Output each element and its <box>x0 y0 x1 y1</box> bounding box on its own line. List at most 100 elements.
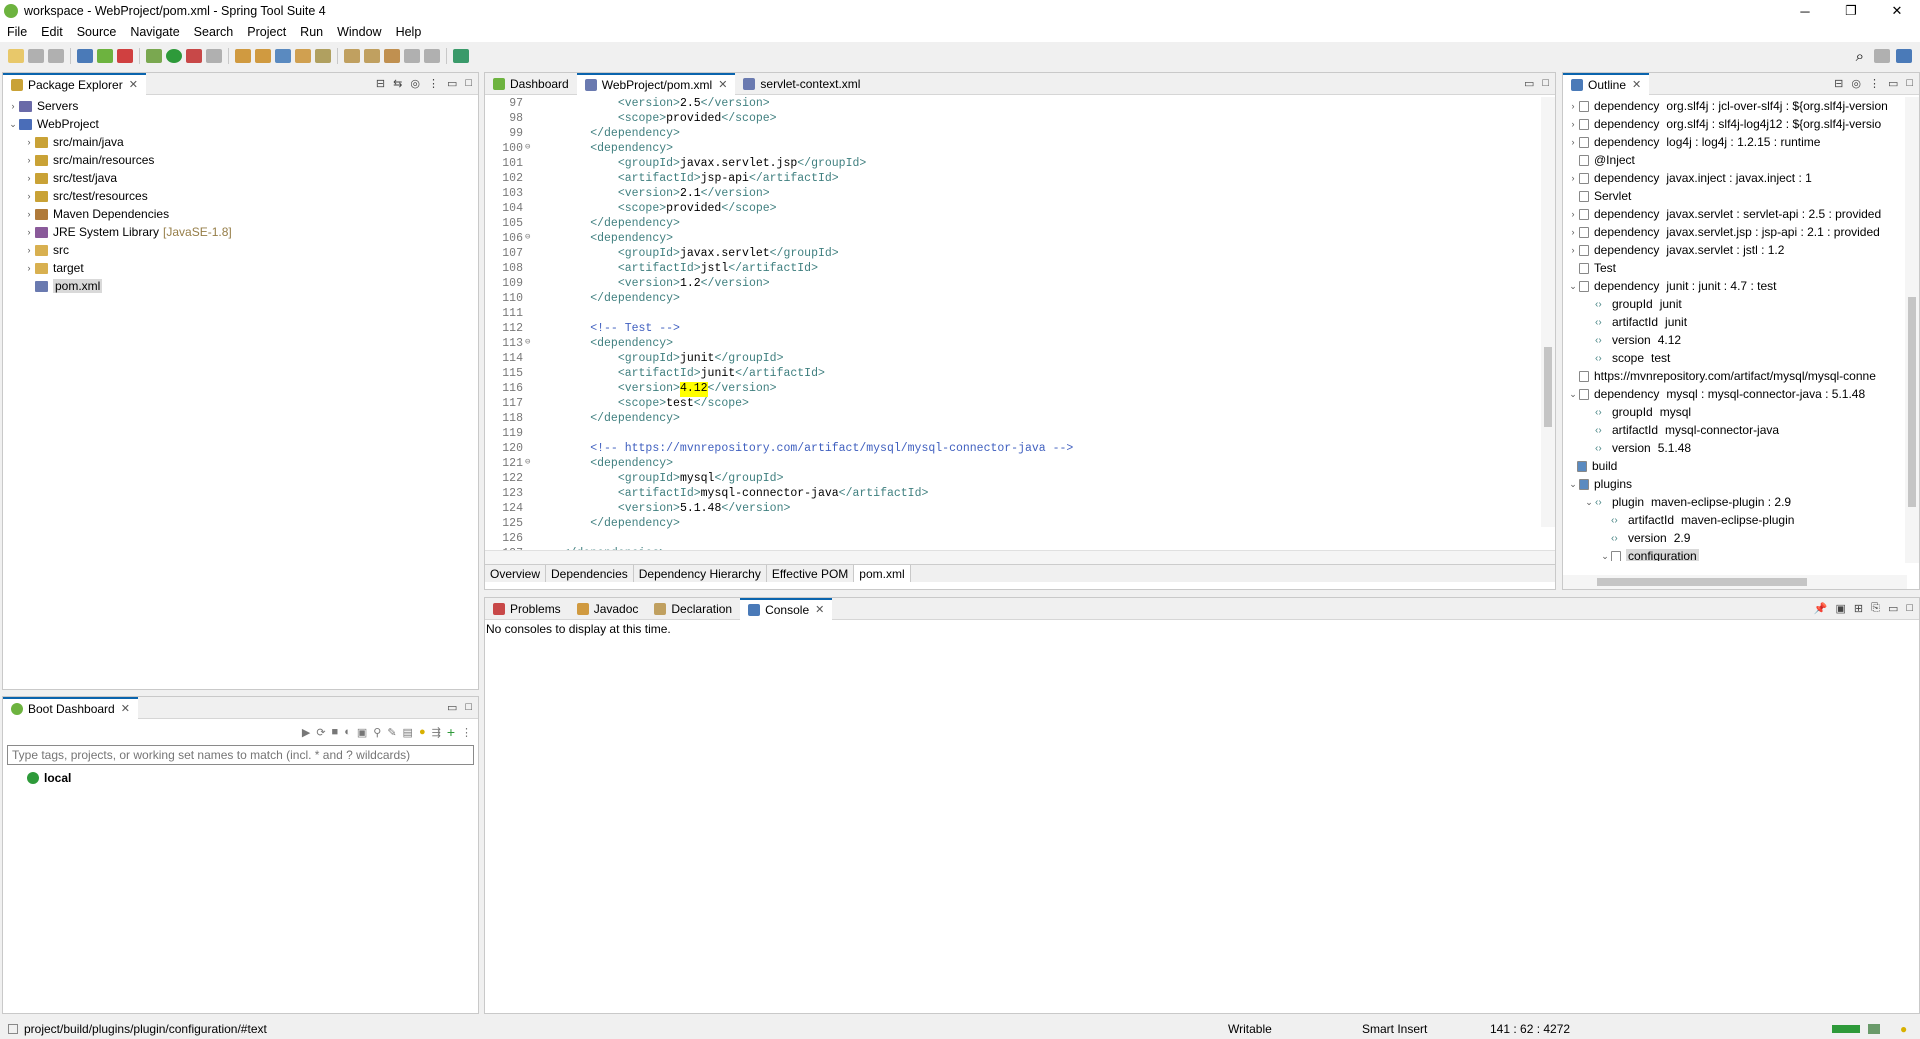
outline-item[interactable]: › dependency log4j : log4j : 1.2.15 : runt… <box>1563 133 1919 151</box>
outline-item[interactable]: › dependency org.slf4j : jcl-over-slf4j : … <box>1563 97 1919 115</box>
tree-item[interactable]: pom.xml <box>3 277 478 295</box>
horizontal-scrollbar[interactable] <box>485 550 1555 564</box>
maximize-icon[interactable]: □ <box>1906 602 1913 615</box>
minimize-icon[interactable]: ▭ <box>447 701 457 714</box>
view-menu-icon[interactable]: ⋮ <box>461 726 472 739</box>
stop-icon[interactable] <box>206 49 222 63</box>
fold-icon[interactable] <box>525 97 535 112</box>
close-icon[interactable]: ✕ <box>1632 78 1641 91</box>
menu-navigate[interactable]: Navigate <box>123 25 186 39</box>
outline-item[interactable]: ‹› groupId junit <box>1563 295 1919 313</box>
tree-item[interactable]: › src/main/java <box>3 133 478 151</box>
back-icon[interactable] <box>404 49 420 63</box>
filter-icon[interactable]: ⇶ <box>432 726 441 739</box>
fold-icon[interactable] <box>525 547 535 550</box>
close-icon[interactable]: ✕ <box>815 603 824 616</box>
menu-source[interactable]: Source <box>70 25 124 39</box>
collapse-all-icon[interactable]: ⊟ <box>376 77 385 90</box>
fold-icon[interactable] <box>525 367 535 382</box>
expand-icon[interactable]: › <box>23 245 35 255</box>
menu-project[interactable]: Project <box>240 25 293 39</box>
fold-icon[interactable]: ⊖ <box>525 232 535 247</box>
outline-item[interactable]: › dependency javax.servlet.jsp : jsp-api :… <box>1563 223 1919 241</box>
fold-icon[interactable] <box>525 277 535 292</box>
close-icon[interactable]: ✕ <box>129 78 138 91</box>
expand-icon[interactable]: ⌄ <box>7 119 19 130</box>
boot-icon[interactable] <box>97 49 113 63</box>
minimize-icon[interactable]: ▭ <box>1524 77 1534 90</box>
stop-icon[interactable]: ■ <box>332 726 339 738</box>
fold-icon[interactable] <box>525 307 535 322</box>
expand-icon[interactable]: ⌄ <box>1599 551 1611 562</box>
outline-h-scrollbar[interactable] <box>1563 575 1907 589</box>
debug-icon[interactable] <box>146 49 162 63</box>
expand-icon[interactable]: › <box>1567 173 1579 183</box>
view-menu-icon[interactable]: ⋮ <box>1869 77 1880 90</box>
local-target[interactable]: local <box>3 769 478 787</box>
focus-icon[interactable]: ◎ <box>1851 77 1861 90</box>
outline-item[interactable]: Servlet <box>1563 187 1919 205</box>
fold-icon[interactable] <box>525 532 535 547</box>
fold-icon[interactable] <box>525 157 535 172</box>
pom-tab[interactable]: Dependencies <box>546 565 634 582</box>
save-icon[interactable] <box>28 49 44 63</box>
tasks-icon[interactable] <box>1868 1023 1880 1034</box>
fold-icon[interactable]: ⊖ <box>525 337 535 352</box>
fold-icon[interactable] <box>525 487 535 502</box>
outline-item[interactable]: ⌄ plugins <box>1563 475 1919 493</box>
maximize-icon[interactable]: □ <box>465 77 472 90</box>
expand-icon[interactable]: › <box>1567 227 1579 237</box>
outline-item[interactable]: › dependency javax.servlet : servlet-api :… <box>1563 205 1919 223</box>
save-all-icon[interactable] <box>48 49 64 63</box>
open-browser-icon[interactable]: ◐ <box>344 726 351 738</box>
outline-item[interactable]: › dependency org.slf4j : slf4j-log4j12 : $… <box>1563 115 1919 133</box>
expand-icon[interactable]: › <box>1567 137 1579 147</box>
pin-console-icon[interactable]: 📌 <box>1814 602 1828 615</box>
outline-item[interactable]: ⌄ dependency junit : junit : 4.7 : test <box>1563 277 1919 295</box>
new-class-icon[interactable] <box>255 49 271 63</box>
last-edit-icon[interactable] <box>384 49 400 63</box>
menu-help[interactable]: Help <box>389 25 429 39</box>
outline-item[interactable]: › dependency javax.servlet : jstl : 1.2 <box>1563 241 1919 259</box>
expand-icon[interactable]: ⌄ <box>1567 479 1579 490</box>
run-icon[interactable] <box>166 49 182 63</box>
coverage-icon[interactable] <box>186 49 202 63</box>
outline-item[interactable]: ‹› scope test <box>1563 349 1919 367</box>
expand-icon[interactable]: › <box>7 101 19 111</box>
outline-item[interactable]: ⌄ dependency mysql : mysql-connector-java … <box>1563 385 1919 403</box>
tab-boot-dashboard[interactable]: Boot Dashboard ✕ <box>3 696 138 719</box>
expand-icon[interactable]: › <box>1567 245 1579 255</box>
link-icon[interactable]: ⚲ <box>373 726 381 739</box>
outline-item[interactable]: https://mvnrepository.com/artifact/mysql… <box>1563 367 1919 385</box>
tree-item[interactable]: › src/main/resources <box>3 151 478 169</box>
menu-file[interactable]: File <box>0 25 34 39</box>
outline-item[interactable]: Test <box>1563 259 1919 277</box>
close-button[interactable]: ✕ <box>1874 0 1920 22</box>
menu-run[interactable]: Run <box>293 25 330 39</box>
fold-icon[interactable] <box>525 472 535 487</box>
fold-icon[interactable] <box>525 187 535 202</box>
tree-item[interactable]: › src/test/resources <box>3 187 478 205</box>
expand-icon[interactable]: › <box>1567 101 1579 111</box>
next-annotation-icon[interactable] <box>344 49 360 63</box>
fold-icon[interactable] <box>525 382 535 397</box>
fold-icon[interactable] <box>525 397 535 412</box>
expand-icon[interactable]: ⌄ <box>1567 281 1579 292</box>
java-ee-perspective-icon[interactable] <box>1896 49 1912 63</box>
outline-item[interactable]: ‹› version 2.9 <box>1563 529 1919 547</box>
expand-icon[interactable]: › <box>1567 119 1579 129</box>
expand-icon[interactable]: › <box>23 173 35 183</box>
tree-item[interactable]: › JRE System Library [JavaSE-1.8] <box>3 223 478 241</box>
prev-annotation-icon[interactable] <box>364 49 380 63</box>
close-icon[interactable]: ✕ <box>718 78 727 91</box>
outline-item[interactable]: ‹› version 4.12 <box>1563 331 1919 349</box>
add-icon[interactable]: + <box>447 724 455 740</box>
maximize-icon[interactable]: □ <box>465 701 472 714</box>
outline-item[interactable]: ‹› artifactId maven-eclipse-plugin <box>1563 511 1919 529</box>
fold-icon[interactable] <box>525 322 535 337</box>
maximize-icon[interactable]: □ <box>1906 77 1913 90</box>
outline-item[interactable]: › dependency javax.inject : javax.inject :… <box>1563 169 1919 187</box>
console-tab[interactable]: Problems <box>485 598 569 620</box>
expand-icon[interactable]: › <box>23 191 35 201</box>
fold-icon[interactable] <box>525 262 535 277</box>
